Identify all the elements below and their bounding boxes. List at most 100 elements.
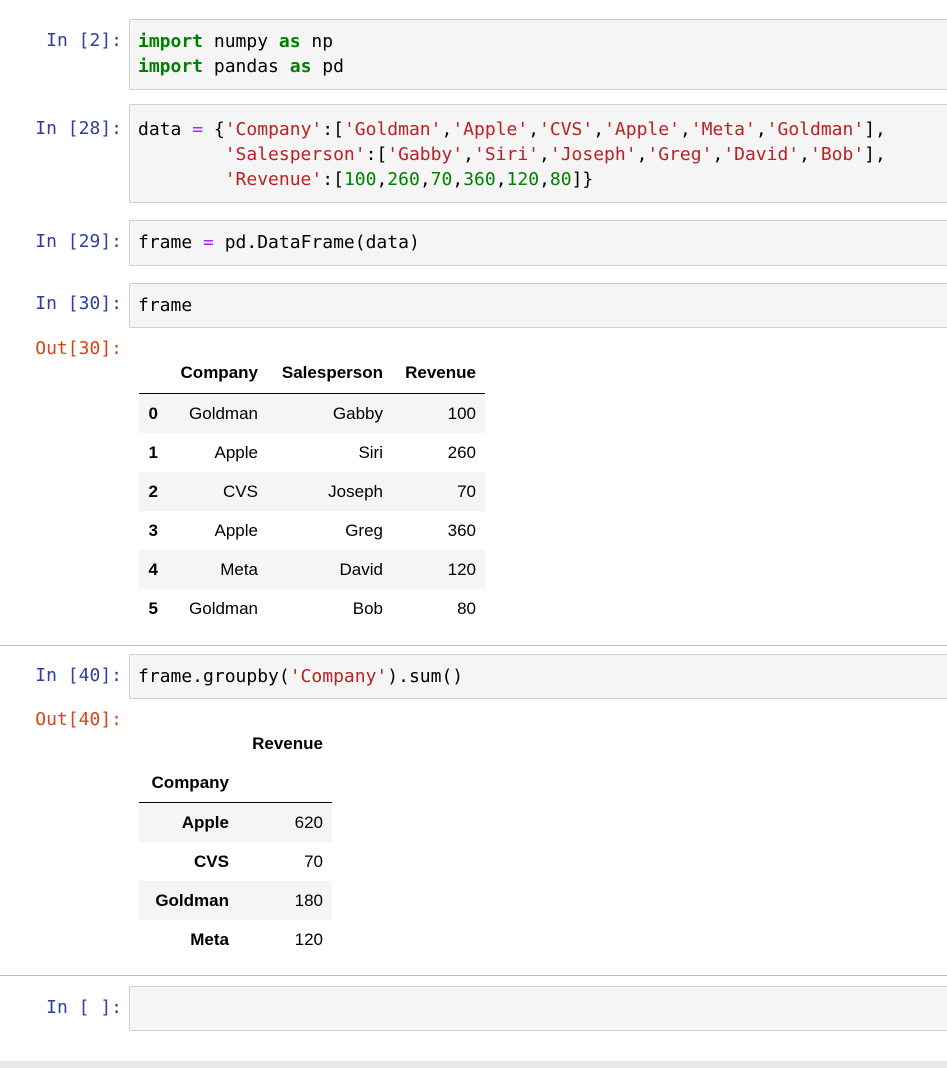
code-token: 360 (463, 169, 496, 190)
code-token: , (679, 119, 691, 140)
table-cell: 620 (294, 813, 323, 832)
code-line: data = {'Company':['Goldman','Apple','CV… (138, 119, 886, 141)
code-token: pd.DataFrame(data) (213, 232, 420, 253)
code-token: 70 (430, 169, 453, 190)
table-cell: Apple (214, 521, 258, 540)
cell-1-code-editor[interactable]: import numpy as np import pandas as pd (129, 19, 947, 90)
code-token: ).sum() (387, 666, 464, 687)
code-token: numpy (203, 31, 279, 52)
table-cell: 80 (457, 599, 476, 618)
table-row: Apple 620 (139, 803, 332, 842)
code-token: = (192, 119, 204, 140)
table-row: Goldman 180 (139, 881, 332, 920)
code-token: 260 (387, 169, 420, 190)
table-row: 0 Goldman Gabby 100 (139, 394, 485, 433)
code-line: import numpy as np (138, 31, 333, 53)
code-token: { (203, 119, 225, 140)
code-line: frame.groupby('Company').sum() (138, 666, 463, 688)
table-row: 4 Meta David 120 (139, 550, 485, 589)
code-token: ], (864, 119, 886, 140)
row-index: 4 (148, 560, 158, 579)
table-cell: Apple (214, 443, 258, 462)
dataframe-output: Company Salesperson Revenue 0 Goldman Ga… (139, 353, 485, 628)
table-cell: 180 (294, 891, 323, 910)
row-index: 3 (148, 521, 158, 540)
row-index: Meta (190, 930, 229, 949)
code-token: = (203, 232, 214, 253)
column-header: Revenue (405, 363, 476, 382)
cell-4-code-editor[interactable]: frame (129, 283, 947, 328)
groupby-output: Revenue Company Apple 620 CVS 70 Goldman… (139, 724, 332, 960)
code-token: 'Goldman' (343, 119, 442, 140)
code-token: 'Joseph' (549, 144, 637, 165)
code-token: 'Siri' (473, 144, 540, 165)
code-token: 'Salesperson' (224, 144, 366, 165)
table-cell: Joseph (328, 482, 383, 501)
code-token: frame.groupby( (138, 666, 290, 687)
cell-3-code-editor[interactable]: frame = pd.DataFrame(data) (129, 220, 947, 266)
code-token: 80 (549, 169, 572, 190)
table-cell: Siri (358, 443, 383, 462)
code-token: , (495, 169, 507, 190)
code-token: 'Apple' (452, 119, 529, 140)
code-token: 'Bob' (809, 144, 865, 165)
code-token: , (528, 119, 540, 140)
code-token: :[ (322, 169, 344, 190)
code-token: , (539, 169, 550, 190)
code-token: , (441, 119, 453, 140)
table-cell: Goldman (189, 599, 258, 618)
table-cell: Gabby (332, 404, 383, 423)
code-token: as (289, 56, 312, 77)
code-token: data (138, 119, 193, 140)
code-token: :[ (365, 144, 388, 165)
code-token: frame (138, 232, 204, 253)
code-token: , (376, 169, 388, 190)
row-index: 1 (148, 443, 158, 462)
code-token: 'Goldman' (766, 119, 865, 140)
table-cell: Meta (220, 560, 258, 579)
code-token: 'CVS' (539, 119, 594, 140)
table-cell: 100 (447, 404, 476, 423)
code-token: 'Apple' (604, 119, 680, 140)
table-row: Meta 120 (139, 920, 332, 959)
code-token: as (278, 31, 301, 52)
code-token: , (712, 144, 724, 165)
code-line: 'Revenue':[100,260,70,360,120,80]} (138, 169, 594, 191)
cell-4-prompt: In [30]: (35, 293, 122, 314)
table-cell: David (339, 560, 383, 579)
code-token: 'David' (723, 144, 800, 165)
code-line: import pandas as pd (138, 56, 344, 78)
row-index: 5 (148, 599, 158, 618)
cell-6-prompt: In [ ]: (46, 997, 122, 1018)
table-cell: Bob (352, 599, 383, 618)
code-token: 'Company' (289, 666, 388, 687)
table-row: 1 Apple Siri 260 (139, 433, 485, 472)
cell-5-code-editor[interactable]: frame.groupby('Company').sum() (129, 654, 947, 699)
table-cell: 120 (447, 560, 476, 579)
index-name-header: Company (151, 773, 229, 792)
table-cell: 120 (294, 930, 323, 949)
code-token: ], (864, 144, 886, 165)
code-token: pandas (203, 56, 290, 77)
cell-2-prompt: In [28]: (35, 118, 122, 139)
code-line: frame (138, 295, 192, 317)
code-token: 'Company' (224, 119, 323, 140)
table-row: 5 Goldman Bob 80 (139, 589, 485, 628)
column-header: Revenue (252, 734, 323, 753)
row-index: 0 (148, 404, 158, 423)
cell-6-code-editor[interactable] (129, 986, 947, 1031)
cell-2-code-editor[interactable]: data = {'Company':['Goldman','Apple','CV… (129, 104, 947, 203)
code-token: , (755, 119, 767, 140)
code-line: frame = pd.DataFrame(data) (138, 232, 420, 254)
code-line: 'Salesperson':['Gabby','Siri','Joseph','… (138, 144, 886, 166)
table-cell: 70 (457, 482, 476, 501)
row-index: CVS (194, 852, 229, 871)
table-row: 2 CVS Joseph 70 (139, 472, 485, 511)
code-token: import (138, 31, 204, 52)
bottom-scroll-area (0, 1061, 947, 1068)
code-token: , (463, 144, 474, 165)
table-cell: Goldman (189, 404, 258, 423)
out-40-prompt: Out[40]: (35, 709, 122, 730)
